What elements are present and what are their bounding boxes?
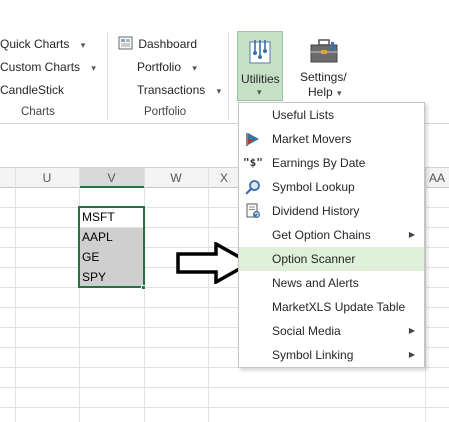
menu-item-label: Get Option Chains <box>272 228 371 242</box>
menu-item-symbol-lookup[interactable]: Symbol Lookup <box>239 175 424 199</box>
quick-charts-button[interactable]: Quick Charts ▾ <box>0 37 85 51</box>
column-header-v[interactable]: V <box>79 168 144 188</box>
menu-item-label: Social Media <box>272 324 341 338</box>
chevron-down-icon: ▾ <box>91 63 96 73</box>
custom-charts-label: Custom Charts <box>0 60 81 74</box>
portfolio-label: Portfolio <box>137 60 182 74</box>
menu-item-label: News and Alerts <box>272 276 359 290</box>
group-divider <box>228 32 229 120</box>
menu-item-label: Market Movers <box>272 132 352 146</box>
column-header-x[interactable]: X <box>208 168 240 188</box>
submenu-arrow-icon: ▶ <box>408 350 415 359</box>
transactions-button[interactable]: Transactions ▾ <box>137 83 221 97</box>
toolbox-icon <box>310 39 338 63</box>
search-icon <box>245 180 260 195</box>
dashboard-icon <box>118 36 133 50</box>
chevron-down-icon: ▾ <box>216 86 222 96</box>
transactions-label: Transactions <box>137 83 206 97</box>
menu-item-label: Option Scanner <box>272 252 356 266</box>
utilities-label: Utilities <box>241 72 280 86</box>
portfolio-group-label: Portfolio <box>144 106 187 118</box>
dashboard-label: Dashboard <box>138 37 198 51</box>
chevron-down-icon: ▾ <box>192 63 197 73</box>
submenu-arrow-icon: ▶ <box>408 230 415 239</box>
utilities-button[interactable]: Utilities ▾ <box>237 31 283 101</box>
menu-item-option-scanner[interactable]: Option Scanner <box>239 247 424 271</box>
candlestick-label: CandleStick <box>0 83 65 97</box>
menu-item-label: Symbol Linking <box>272 348 354 362</box>
candlestick-button[interactable]: CandleStick <box>0 83 64 97</box>
group-divider <box>107 32 108 120</box>
column-header-aa[interactable]: AA <box>425 168 449 188</box>
custom-charts-button[interactable]: Custom Charts ▾ <box>0 60 96 74</box>
help-button[interactable]: Help ▾ <box>308 85 342 99</box>
menu-item-marketxls-update-table[interactable]: MarketXLS Update Table <box>239 295 424 319</box>
column-header-u[interactable]: U <box>15 168 79 188</box>
menu-item-social-media[interactable]: Social Media ▶ <box>239 319 424 343</box>
chevron-down-icon: ▾ <box>337 88 342 98</box>
charts-group-label: Charts <box>21 106 55 118</box>
utilities-icon <box>249 40 271 64</box>
dashboard-button[interactable]: Dashboard <box>118 36 197 51</box>
quick-charts-label: Quick Charts <box>0 37 70 51</box>
menu-item-label: Symbol Lookup <box>272 180 355 194</box>
chevron-down-icon: ▾ <box>257 87 262 97</box>
gridline <box>0 387 449 388</box>
fill-handle[interactable] <box>141 285 146 290</box>
menu-item-earnings-by-date[interactable]: "$" Earnings By Date <box>239 151 424 175</box>
portfolio-button[interactable]: Portfolio ▾ <box>137 60 197 74</box>
column-header-w[interactable]: W <box>144 168 208 188</box>
menu-item-label: Useful Lists <box>272 108 335 122</box>
menu-item-label: Earnings By Date <box>272 156 366 170</box>
menu-item-news-and-alerts[interactable]: News and Alerts <box>239 271 424 295</box>
help-label: Help <box>308 85 333 99</box>
market-movers-icon <box>246 133 259 146</box>
menu-item-symbol-linking[interactable]: Symbol Linking ▶ <box>239 343 424 367</box>
settings-help-button[interactable]: Settings/ Help ▾ <box>295 33 355 103</box>
submenu-arrow-icon: ▶ <box>408 326 415 335</box>
menu-item-dividend-history[interactable]: Dividend History <box>239 199 424 223</box>
dollar-quote-icon: "$" <box>243 156 263 169</box>
menu-item-market-movers[interactable]: Market Movers <box>239 127 424 151</box>
menu-item-label: Dividend History <box>272 204 360 218</box>
document-refresh-icon <box>246 203 260 218</box>
menu-item-get-option-chains[interactable]: Get Option Chains ▶ <box>239 223 424 247</box>
menu-item-label: MarketXLS Update Table <box>272 300 406 314</box>
chevron-down-icon: ▾ <box>80 40 86 50</box>
menu-item-useful-lists[interactable]: Useful Lists <box>239 103 424 127</box>
gridline <box>0 407 449 408</box>
settings-label: Settings/ <box>300 70 347 84</box>
selection-border <box>78 206 145 288</box>
